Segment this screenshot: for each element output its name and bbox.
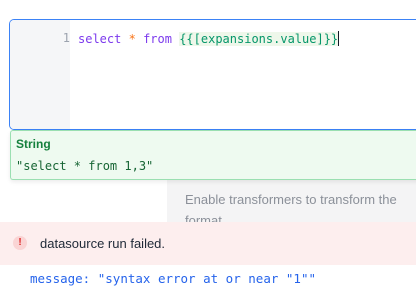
error-notice: ! datasource run failed. bbox=[0, 222, 416, 265]
error-message: message: "syntax error at or near "1"" bbox=[30, 271, 316, 286]
evaluated-value-popover: String "select * from 1,3" bbox=[10, 130, 416, 180]
keyword-from: from bbox=[143, 32, 172, 46]
operator-star: * bbox=[128, 32, 136, 46]
error-message-value: "syntax error at or near "1"" bbox=[97, 271, 316, 286]
keyword-select: select bbox=[78, 32, 122, 46]
error-icon: ! bbox=[13, 236, 27, 250]
text-cursor bbox=[338, 31, 340, 46]
transformers-panel: Enable transformers to transform the for… bbox=[167, 180, 416, 228]
editor-gutter: 1 bbox=[10, 20, 70, 129]
line-number: 1 bbox=[62, 31, 70, 45]
code-line[interactable]: select * from {{[expansions.value]}} bbox=[78, 31, 340, 46]
error-title: datasource run failed. bbox=[40, 236, 166, 251]
error-message-key: message: bbox=[30, 271, 91, 286]
template-expression: {{[expansions.value]}} bbox=[179, 32, 339, 46]
query-editor[interactable]: 1 select * from {{[expansions.value]}} bbox=[9, 19, 416, 130]
evaluated-value: "select * from 1,3" bbox=[16, 159, 154, 173]
evaluated-type-label: String bbox=[16, 137, 51, 151]
